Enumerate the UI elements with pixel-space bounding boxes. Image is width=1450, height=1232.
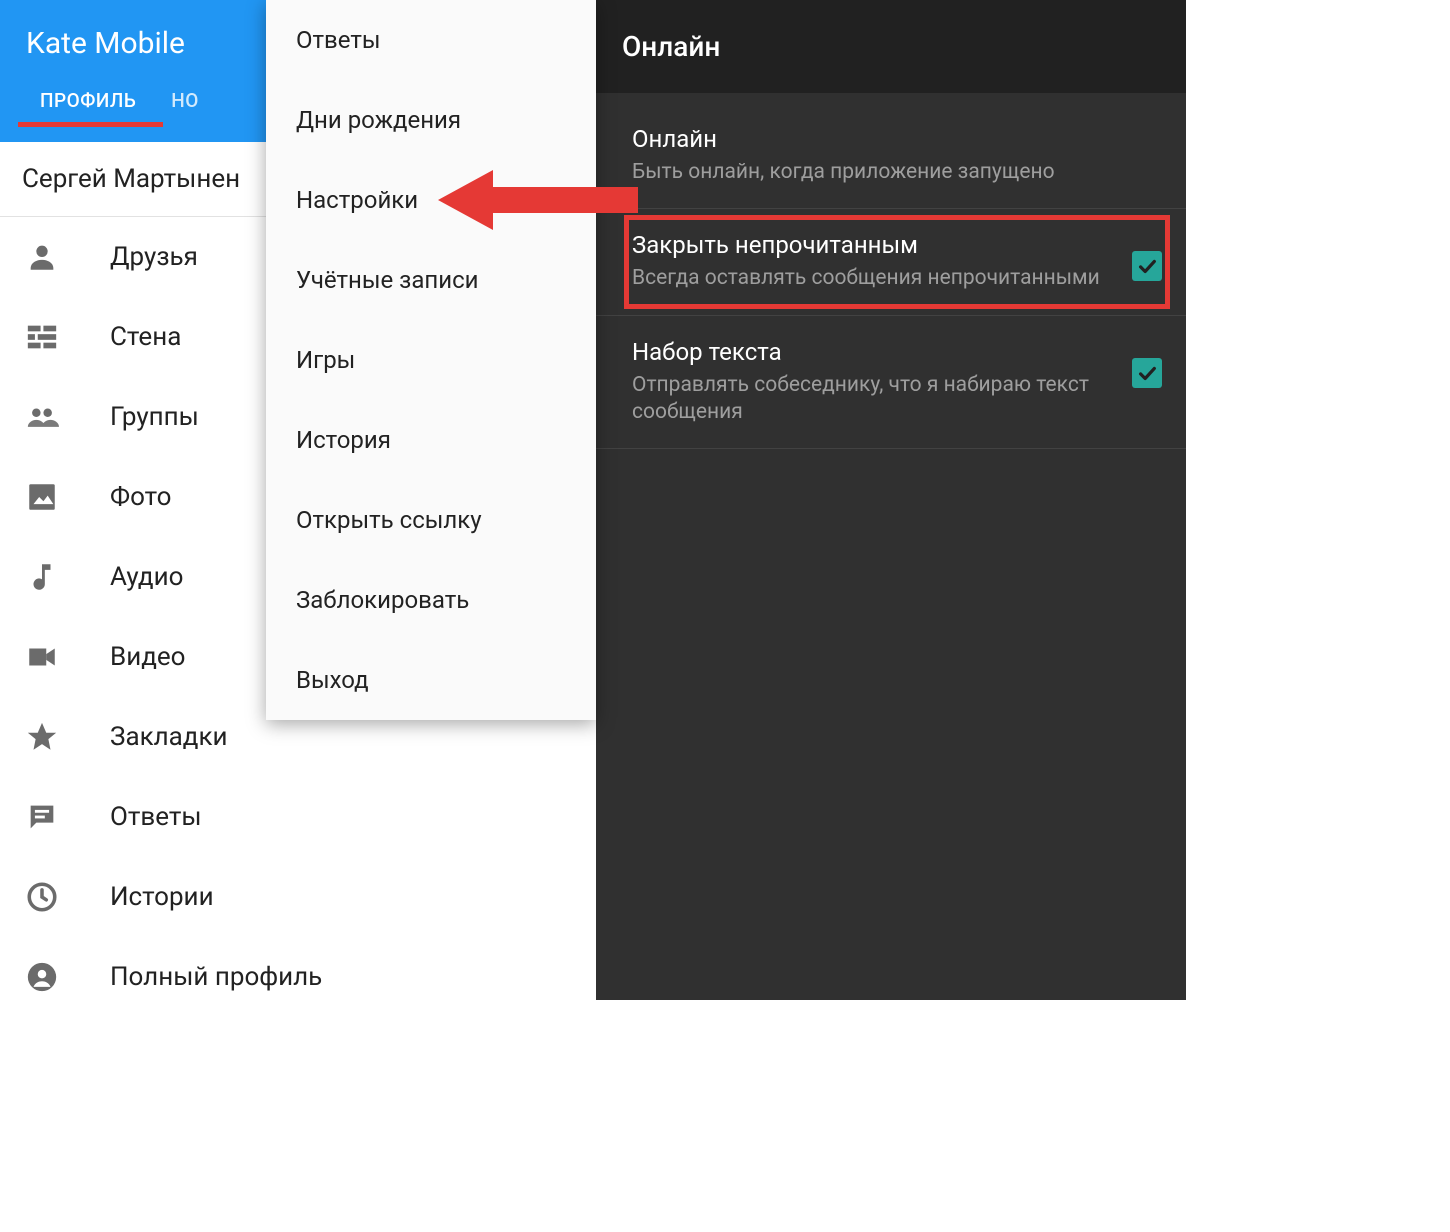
star-icon (22, 717, 62, 757)
overflow-menu: Ответы Дни рождения Настройки Учётные за… (266, 0, 596, 720)
nav-label: Закладки (110, 722, 228, 752)
menu-item-games[interactable]: Игры (266, 320, 596, 400)
menu-item-accounts[interactable]: Учётные записи (266, 240, 596, 320)
menu-item-replies[interactable]: Ответы (266, 0, 596, 80)
tab-profile[interactable]: ПРОФИЛЬ (40, 89, 171, 124)
nav-label: Аудио (110, 562, 183, 592)
tab-news-partial[interactable]: НО (171, 89, 234, 124)
nav-label: Стена (110, 322, 181, 352)
nav-label: Ответы (110, 802, 202, 832)
left-panel: Kate Mobile ПРОФИЛЬ НО Сергей Мартынен Д… (0, 0, 596, 1000)
settings-list: Онлайн Быть онлайн, когда приложение зап… (596, 93, 1186, 449)
setting-item-online[interactable]: Онлайн Быть онлайн, когда приложение зап… (596, 103, 1186, 209)
nav-item-replies[interactable]: Ответы (0, 777, 596, 857)
settings-page-title: Онлайн (596, 0, 1186, 93)
menu-item-settings[interactable]: Настройки (266, 160, 596, 240)
nav-label: Друзья (110, 242, 198, 272)
nav-item-stories[interactable]: Истории (0, 857, 596, 937)
setting-title: Онлайн (632, 125, 1142, 153)
nav-label: Истории (110, 882, 214, 912)
menu-item-open-link[interactable]: Открыть ссылку (266, 480, 596, 560)
checkbox-typing[interactable] (1132, 358, 1162, 388)
profile-icon (22, 957, 62, 997)
setting-subtitle: Всегда оставлять сообщения непрочитанным… (632, 265, 1112, 292)
photo-icon (22, 477, 62, 517)
menu-item-history[interactable]: История (266, 400, 596, 480)
chat-icon (22, 797, 62, 837)
stories-icon (22, 877, 62, 917)
setting-item-unread[interactable]: Закрыть непрочитанным Всегда оставлять с… (596, 209, 1186, 315)
menu-item-block[interactable]: Заблокировать (266, 560, 596, 640)
nav-label: Фото (110, 482, 171, 512)
menu-item-birthdays[interactable]: Дни рождения (266, 80, 596, 160)
groups-icon (22, 397, 62, 437)
person-icon (22, 237, 62, 277)
setting-subtitle: Быть онлайн, когда приложение запущено (632, 159, 1142, 186)
right-panel: Онлайн Онлайн Быть онлайн, когда приложе… (596, 0, 1186, 1000)
video-icon (22, 637, 62, 677)
menu-item-exit[interactable]: Выход (266, 640, 596, 720)
setting-subtitle: Отправлять собеседнику, что я набираю те… (632, 372, 1112, 427)
nav-label: Видео (110, 642, 186, 672)
setting-title: Набор текста (632, 338, 1112, 366)
setting-item-typing[interactable]: Набор текста Отправлять собеседнику, что… (596, 316, 1186, 450)
setting-title: Закрыть непрочитанным (632, 231, 1112, 259)
nav-item-full-profile[interactable]: Полный профиль (0, 937, 596, 1017)
wall-icon (22, 317, 62, 357)
nav-label: Группы (110, 402, 199, 432)
music-icon (22, 557, 62, 597)
checkbox-unread[interactable] (1132, 251, 1162, 281)
nav-label: Полный профиль (110, 962, 322, 992)
